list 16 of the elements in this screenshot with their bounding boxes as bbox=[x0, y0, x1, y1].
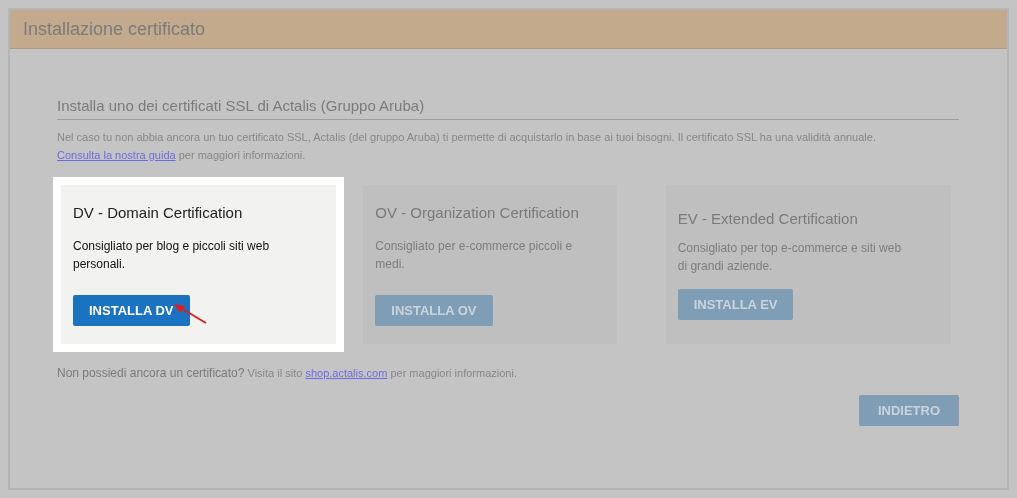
guide-link[interactable]: Consulta la nostra guida bbox=[57, 149, 176, 161]
install-button[interactable]: INSTALLA DV bbox=[73, 294, 190, 326]
footer-note: Non possiedi ancora un certificato? Visita il sito shop.actalis.com per maggiori informazioni. bbox=[57, 366, 518, 380]
shop-link[interactable]: shop.actalis.com bbox=[305, 367, 388, 379]
install-button[interactable]: INSTALLA EV bbox=[677, 288, 794, 320]
window-title: Installazione certificato bbox=[23, 18, 206, 40]
back-button[interactable]: INDIETRO bbox=[859, 395, 959, 426]
section-heading: Installa uno dei certificati SSL di Actalis (Gruppo Aruba) bbox=[57, 97, 959, 120]
card-title: EV - Extended Certification bbox=[677, 209, 859, 227]
pointer-arrow bbox=[173, 303, 209, 325]
card-description: Consigliato per top e-commerce e siti web di grandi aziende. bbox=[677, 239, 903, 275]
card-title: OV - Organization Certification bbox=[375, 203, 580, 221]
card-description: Consigliato per e-commerce piccoli e medi. bbox=[375, 237, 574, 273]
card-description: Consigliato per blog e piccoli siti web personali. bbox=[73, 237, 271, 273]
card-title: DV - Domain Certification bbox=[73, 203, 244, 221]
install-button[interactable]: INSTALLA OV bbox=[375, 294, 493, 326]
